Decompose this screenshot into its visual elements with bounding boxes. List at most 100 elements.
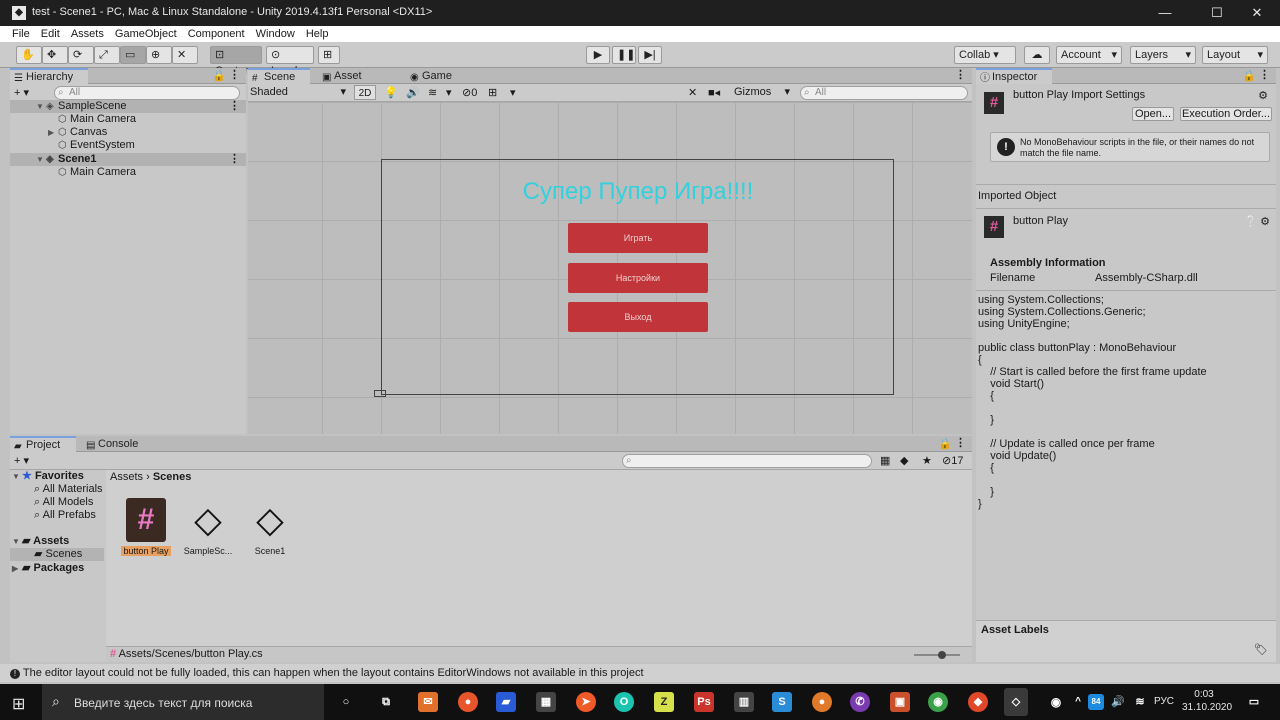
cloud-icon[interactable]: ☁ — [1024, 46, 1050, 64]
camera-icon[interactable]: ■◂ — [708, 86, 720, 99]
expand-arrow-icon[interactable]: ▼ — [12, 535, 22, 548]
scene-menu-icon[interactable]: ⋮ — [229, 153, 240, 166]
rotate-tool-icon[interactable]: ⟳ — [68, 46, 94, 64]
tree-scenes[interactable]: ▰ Scenes — [10, 548, 104, 561]
filter-type-icon[interactable]: ▦ — [880, 454, 890, 467]
lock-icon[interactable]: 🔒 — [212, 69, 226, 82]
favorite-star-icon[interactable]: ★ — [922, 454, 932, 467]
slider-handle[interactable] — [938, 651, 946, 659]
cortana-icon[interactable]: ○ — [336, 692, 356, 712]
project-search-input[interactable]: ⌕ — [622, 454, 872, 468]
collapse-arrow-icon[interactable]: ▶ — [48, 126, 58, 139]
tab-project[interactable]: ▰ Project — [10, 436, 76, 452]
chevron-down-icon[interactable]: ▾ — [446, 86, 452, 99]
asset-scene1[interactable]: ◇ Scene1 — [240, 498, 300, 560]
pivot-local-button[interactable]: ⊙ Local — [266, 46, 314, 77]
app-icon-grid[interactable]: ▥ — [734, 692, 754, 712]
account-dropdown[interactable]: Account ▾ — [1056, 46, 1122, 64]
close-button[interactable]: ✕ — [1234, 0, 1280, 26]
taskbar-search-input[interactable]: ⌕ Введите здесь текст для поиска — [42, 684, 324, 720]
filter-label-icon[interactable]: ◆ — [900, 454, 908, 467]
move-tool-icon[interactable]: ✥ — [42, 46, 68, 64]
hierarchy-row-main-camera[interactable]: ⬡ Main Camera — [10, 113, 136, 126]
scale-tool-icon[interactable]: ⤢ — [94, 46, 120, 64]
collab-button[interactable]: Collab ▾ — [954, 46, 1016, 64]
tree-favorites[interactable]: ▼ ★ Favorites — [12, 470, 84, 483]
opera-icon[interactable]: O — [614, 692, 634, 712]
tab-game[interactable]: ◉ Game — [406, 68, 462, 84]
telegram-icon[interactable]: ➤ — [576, 692, 596, 712]
hierarchy-search-input[interactable]: ⌕ All — [54, 86, 240, 100]
app-icon-orange[interactable]: ● — [812, 692, 832, 712]
hidden-objects-icon[interactable]: ⊘0 — [462, 86, 477, 99]
hierarchy-row-main-camera-2[interactable]: ⬡ Main Camera — [10, 166, 136, 179]
menu-file[interactable]: File — [8, 26, 34, 42]
audio-icon[interactable]: 🔊 — [406, 86, 420, 99]
2d-toggle[interactable]: 2D — [354, 85, 376, 100]
tools-icon[interactable]: ✕ — [688, 86, 697, 99]
lock-icon[interactable]: 🔒 — [1242, 69, 1256, 82]
shading-dropdown[interactable]: Shaded ▾ — [250, 85, 348, 100]
mail-app-icon[interactable]: ✉ — [418, 692, 438, 712]
task-view-icon[interactable]: ⧉ — [376, 692, 396, 712]
pause-icon[interactable]: ❚❚ — [612, 46, 636, 64]
tree-all-materials[interactable]: ⌕ All Materials — [34, 483, 103, 496]
open-button[interactable]: Open... — [1132, 107, 1174, 121]
filezilla-icon[interactable]: Z — [654, 692, 674, 712]
photoshop-icon[interactable]: Ps — [694, 692, 714, 712]
asset-samplescene[interactable]: ◇ SampleSc... — [178, 498, 238, 560]
hidden-packages-icon[interactable]: ⊘17 — [942, 454, 963, 467]
tab-scene[interactable]: # Scene — [248, 68, 310, 84]
windows-start-icon[interactable]: ⊞ — [12, 694, 25, 714]
transform-tool-icon[interactable]: ⊕ — [146, 46, 172, 64]
menu-gameobject[interactable]: GameObject — [111, 26, 181, 42]
breadcrumb-current[interactable]: Scenes — [153, 471, 192, 483]
asset-button-play[interactable]: # button Play — [116, 498, 176, 560]
execution-order-button[interactable]: Execution Order... — [1180, 107, 1272, 121]
ui-settings-button[interactable]: Настройки — [568, 263, 708, 293]
grid-toggle-icon[interactable]: ⊞ — [488, 86, 497, 99]
hierarchy-row-eventsystem[interactable]: ⬡ EventSystem — [10, 139, 135, 152]
clock[interactable]: 0:03 31.10.2020 — [1182, 688, 1232, 714]
play-icon[interactable]: ▶ — [586, 46, 610, 64]
viber-icon[interactable]: ✆ — [850, 692, 870, 712]
tray-app-icon[interactable]: 84 — [1088, 694, 1104, 710]
menu-help[interactable]: Help — [302, 26, 333, 42]
breadcrumb-root[interactable]: Assets — [110, 471, 143, 483]
create-asset-button[interactable]: + ▾ — [14, 454, 29, 467]
tab-inspector[interactable]: ⓘ Inspector — [976, 68, 1052, 84]
network-icon[interactable]: ≋ — [1130, 692, 1150, 712]
tray-people-icon[interactable]: ◉ — [1046, 692, 1066, 712]
custom-tool-icon[interactable]: ✕ — [172, 46, 198, 64]
tab-asset-store[interactable]: ▣Asset Store — [318, 68, 396, 98]
menu-edit[interactable]: Edit — [37, 26, 64, 42]
volume-icon[interactable]: 🔊 — [1108, 692, 1128, 712]
collapse-arrow-icon[interactable]: ▶ — [12, 562, 22, 575]
minimize-button[interactable]: — — [1142, 0, 1188, 26]
tree-packages[interactable]: ▶ ▰ Packages — [12, 562, 84, 575]
tree-all-models[interactable]: ⌕ All Models — [34, 496, 93, 509]
store-icon[interactable]: ▦ — [536, 692, 556, 712]
pivot-center-button[interactable]: ⊡ Center — [210, 46, 262, 77]
tab-console[interactable]: ▤ Console — [82, 436, 148, 452]
settings-gear-icon[interactable]: ⚙ — [1260, 215, 1270, 228]
icon-size-slider[interactable] — [914, 651, 960, 659]
hierarchy-row-scene1[interactable]: ▼ ◈ Scene1 ⋮ — [10, 153, 246, 166]
panel-menu-icon[interactable]: ⋮ — [955, 436, 966, 449]
menu-component[interactable]: Component — [184, 26, 249, 42]
panel-menu-icon[interactable]: ⋮ — [955, 68, 966, 81]
tag-icon[interactable]: 🏷 — [1254, 643, 1268, 656]
expand-arrow-icon[interactable]: ▼ — [36, 100, 46, 113]
chrome-icon[interactable]: ◉ — [928, 692, 948, 712]
expand-arrow-icon[interactable]: ▼ — [36, 153, 46, 166]
notifications-icon[interactable]: ▭ — [1244, 692, 1264, 712]
language-indicator[interactable]: РУС — [1154, 696, 1174, 707]
effects-icon[interactable]: ≋ — [428, 86, 437, 99]
hierarchy-row-canvas[interactable]: ▶ ⬡ Canvas — [10, 126, 107, 139]
step-icon[interactable]: ▶| — [638, 46, 662, 64]
menu-window[interactable]: Window — [252, 26, 299, 42]
hierarchy-row-samplescene[interactable]: ▼ ◈ SampleScene ⋮ — [10, 100, 246, 113]
lock-icon[interactable]: 🔒 — [938, 437, 952, 450]
scene-menu-icon[interactable]: ⋮ — [229, 100, 240, 113]
expand-arrow-icon[interactable]: ▼ — [12, 470, 22, 483]
